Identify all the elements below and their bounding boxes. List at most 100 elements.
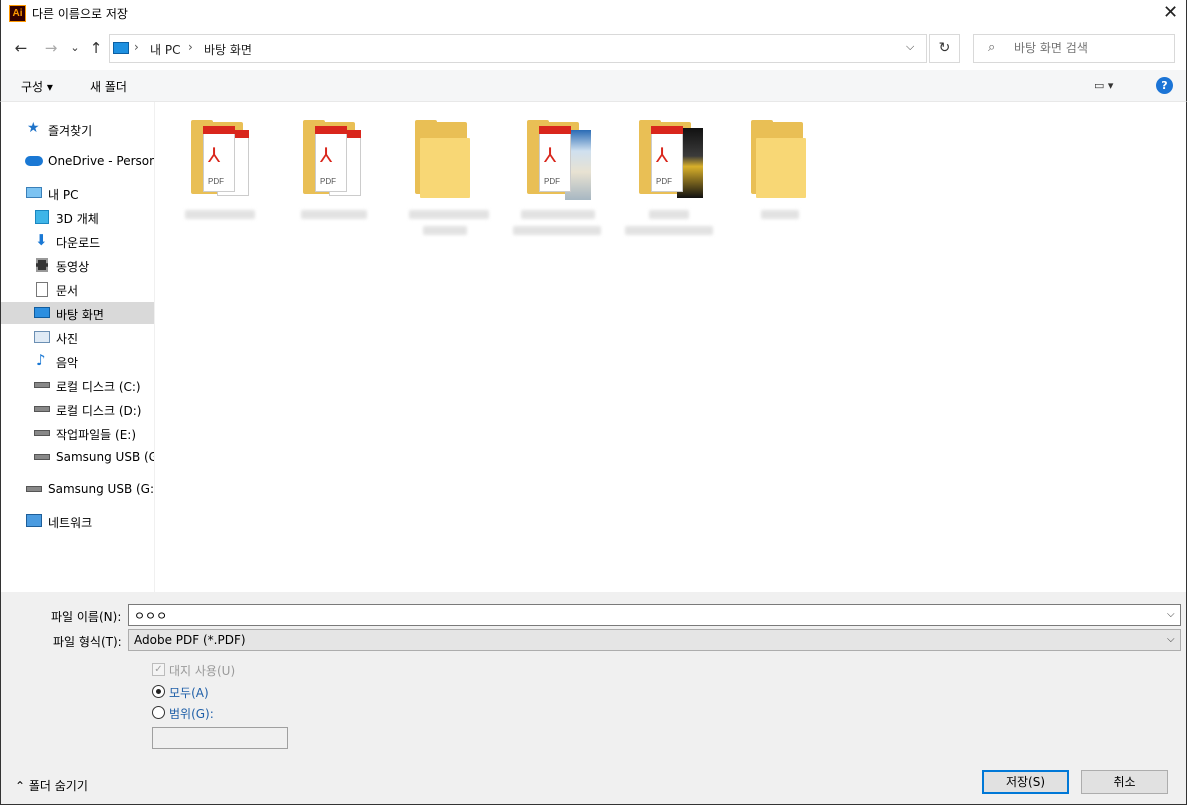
toolbar: 구성 ▾ 새 폴더 ▭ ▾ ? <box>0 70 1187 102</box>
video-icon <box>36 258 48 272</box>
chevron-down-icon[interactable]: ⌵ <box>1167 634 1175 645</box>
drive-icon <box>34 382 50 388</box>
all-radio[interactable] <box>152 685 165 698</box>
back-arrow-icon[interactable]: ← <box>11 38 31 58</box>
chevron-down-icon[interactable]: ⌵ <box>906 40 914 54</box>
computer-icon <box>113 42 129 54</box>
filetype-select[interactable]: Adobe PDF (*.PDF) <box>128 629 1181 651</box>
filename-input[interactable] <box>128 604 1181 626</box>
sidebar-item-work-files-e[interactable]: 작업파일들 (E:) <box>1 422 154 444</box>
sidebar-item-downloads[interactable]: ⬇ 다운로드 <box>1 230 154 252</box>
sidebar-item-network[interactable]: 네트워크 <box>1 510 154 532</box>
desktop-icon <box>34 307 50 318</box>
sidebar-item-local-disk-d[interactable]: 로컬 디스크 (D:) <box>1 398 154 420</box>
sidebar-item-local-disk-c[interactable]: 로컬 디스크 (C:) <box>1 374 154 396</box>
search-icon: ⌕ <box>988 40 996 55</box>
sidebar-item-label: 내 PC <box>48 188 79 202</box>
usb-icon <box>34 454 50 460</box>
sidebar-item-desktop[interactable]: 바탕 화면 <box>1 302 154 324</box>
range-radio[interactable] <box>152 706 165 719</box>
filetype-label: 파일 형식(T): <box>53 635 122 649</box>
pdf-icon: ⅄ PDF <box>315 126 347 192</box>
use-artboards-checkbox[interactable]: ✓ <box>152 663 165 676</box>
save-button[interactable]: 저장(S) <box>982 770 1069 794</box>
sidebar-item-label: 작업파일들 (E:) <box>56 428 137 442</box>
usb-icon <box>26 486 42 492</box>
sidebar-item-label: 3D 개체 <box>56 212 99 226</box>
download-icon: ⬇ <box>35 231 48 249</box>
file-name-blurred <box>625 226 713 235</box>
organize-menu[interactable]: 구성 ▾ <box>21 78 53 95</box>
forward-arrow-icon[interactable]: → <box>41 38 61 58</box>
folder-item[interactable] <box>719 116 819 246</box>
illustrator-app-icon: Ai <box>9 5 26 22</box>
star-icon: ★ <box>27 120 40 136</box>
use-artboards-label: 대지 사용(U) <box>169 664 236 678</box>
drive-icon <box>34 406 50 412</box>
sidebar-item-label: 바탕 화면 <box>56 308 104 322</box>
sidebar-item-samsung-usb-g[interactable]: Samsung USB (G:) <box>1 446 154 468</box>
close-button[interactable]: ✕ <box>1153 0 1187 28</box>
breadcrumb-separator-icon: › <box>134 40 139 54</box>
view-options-button[interactable]: ▭ ▾ <box>1094 79 1113 92</box>
breadcrumb-desktop[interactable]: 바탕 화면 <box>204 41 252 58</box>
sidebar-item-label: 로컬 디스크 (C:) <box>56 380 141 394</box>
folder-item[interactable] <box>383 116 489 246</box>
sidebar-item-label: 동영상 <box>56 260 90 274</box>
file-name-blurred <box>409 210 489 219</box>
refresh-button[interactable]: ↻ <box>929 34 960 63</box>
navigation-pane: ★ 즐겨찾기 OneDrive - Persona 내 PC 3D 개체 ⬇ 다… <box>0 102 155 592</box>
address-bar[interactable]: › 내 PC › 바탕 화면 ⌵ <box>109 34 927 63</box>
sidebar-item-label: 사진 <box>56 332 79 346</box>
new-folder-button[interactable]: 새 폴더 <box>90 78 127 95</box>
sidebar-item-label: 즐겨찾기 <box>48 124 93 138</box>
window-title: 다른 이름으로 저장 <box>32 7 128 21</box>
breadcrumb-my-pc[interactable]: 내 PC <box>150 41 180 58</box>
sidebar-item-onedrive[interactable]: OneDrive - Persona <box>1 150 154 172</box>
drive-icon <box>34 430 50 436</box>
cube-icon <box>35 210 49 224</box>
sidebar-item-label: 문서 <box>56 284 79 298</box>
range-radio-label[interactable]: 범위(G): <box>169 705 214 722</box>
sidebar-item-quick-access[interactable]: ★ 즐겨찾기 <box>1 118 154 140</box>
sidebar-item-label: 음악 <box>56 356 79 370</box>
help-icon[interactable]: ? <box>1156 77 1173 94</box>
file-name-blurred <box>649 210 689 219</box>
chevron-down-icon[interactable]: ⌵ <box>1167 609 1175 620</box>
network-icon <box>26 514 42 527</box>
file-name-blurred <box>423 226 467 235</box>
cancel-button[interactable]: 취소 <box>1081 770 1168 794</box>
sidebar-item-samsung-usb-g-root[interactable]: Samsung USB (G:) <box>1 478 154 500</box>
search-box[interactable]: ⌕ <box>973 34 1175 63</box>
computer-icon <box>26 187 42 198</box>
document-icon <box>36 282 48 297</box>
picture-icon <box>34 331 50 343</box>
all-radio-label[interactable]: 모두(A) <box>169 684 209 701</box>
file-name-blurred <box>301 210 367 219</box>
up-arrow-icon[interactable]: ↑ <box>86 38 106 58</box>
folder-item[interactable]: ⅄ PDF <box>607 116 713 246</box>
folder-item[interactable]: ⅄ ⅄PDF <box>271 116 371 246</box>
sidebar-item-documents[interactable]: 문서 <box>1 278 154 300</box>
cloud-icon <box>25 156 43 166</box>
address-row: ← → ⌄ ↑ › 내 PC › 바탕 화면 ⌵ ↻ ⌕ <box>0 28 1187 70</box>
file-list: ⅄ ⅄PDF ⅄ ⅄PDF ⅄PDF ⅄PDF <box>155 102 1187 592</box>
sidebar-item-my-pc[interactable]: 내 PC <box>1 182 154 204</box>
folder-item[interactable]: ⅄ PDF <box>495 116 601 246</box>
sidebar-item-videos[interactable]: 동영상 <box>1 254 154 276</box>
pdf-icon: ⅄ PDF <box>651 126 683 192</box>
sidebar-item-label: Samsung USB (G:) <box>56 450 154 464</box>
sidebar-item-label: 로컬 디스크 (D:) <box>56 404 142 418</box>
breadcrumb-separator-icon: › <box>188 40 193 54</box>
range-input[interactable] <box>152 727 288 749</box>
sidebar-item-pictures[interactable]: 사진 <box>1 326 154 348</box>
recent-locations-chevron-icon[interactable]: ⌄ <box>65 38 85 58</box>
sidebar-item-3d-objects[interactable]: 3D 개체 <box>1 206 154 228</box>
folder-item[interactable]: ⅄ ⅄PDF <box>159 116 259 246</box>
file-name-blurred <box>513 226 601 235</box>
file-name-blurred <box>521 210 595 219</box>
search-input[interactable] <box>1014 41 1164 55</box>
hide-folders-toggle[interactable]: ⌃ 폴더 숨기기 <box>15 777 88 794</box>
title-bar: Ai 다른 이름으로 저장 ✕ <box>0 0 1187 28</box>
sidebar-item-music[interactable]: ♪ 음악 <box>1 350 154 372</box>
